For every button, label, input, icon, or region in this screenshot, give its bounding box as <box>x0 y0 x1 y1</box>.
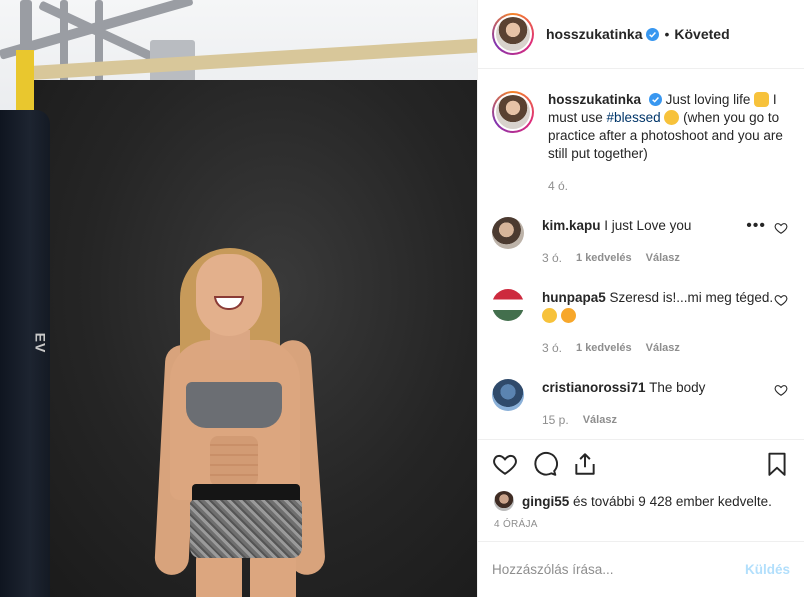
figure-abs <box>210 436 258 486</box>
comment-text: hunpapa5 Szeresd is!...mi meg téged. <box>542 289 788 325</box>
comment-input[interactable] <box>492 562 745 577</box>
figure-shorts <box>190 500 302 558</box>
heart-eyes-emoji-icon <box>560 308 576 323</box>
figure-top <box>186 382 282 428</box>
bookmark-icon[interactable] <box>764 451 790 477</box>
caption-avatar[interactable] <box>492 91 534 133</box>
punching-bag <box>0 110 50 597</box>
comment-avatar[interactable] <box>492 217 524 249</box>
comment-username[interactable]: cristianorossi71 <box>542 380 646 395</box>
share-icon[interactable] <box>572 451 598 477</box>
comment-content: I just Love you <box>604 218 692 233</box>
comment-avatar[interactable] <box>492 379 524 411</box>
caption-meta: 4 ó. <box>548 177 788 195</box>
reply-button[interactable]: Válasz <box>646 249 680 267</box>
comment-meta: 3 ó. 1 kedvelés Válasz <box>542 339 788 357</box>
verified-badge-icon <box>646 27 660 41</box>
author-avatar[interactable] <box>492 13 534 55</box>
comment-time[interactable]: 3 ó. <box>542 339 562 357</box>
post-side-panel: hosszukatinka • Követed hosszukatinka Ju… <box>477 0 804 597</box>
caption: hosszukatinka Just loving life I must us… <box>492 91 788 195</box>
comment-like-heart-icon[interactable] <box>774 293 788 307</box>
raising-hands-emoji-icon <box>754 92 770 107</box>
header-separator: • <box>664 26 670 42</box>
heart-icon[interactable] <box>492 451 518 477</box>
caption-avatar-image <box>496 95 530 129</box>
reply-button[interactable]: Válasz <box>583 411 617 429</box>
comment-content: The body <box>649 380 706 395</box>
likes-text: gingi55 és további 9 428 ember kedvelte. <box>522 494 772 509</box>
comment-likes[interactable]: 1 kedvelés <box>576 339 632 357</box>
caption-time[interactable]: 4 ó. <box>548 177 568 195</box>
likes-summary: gingi55 és további 9 428 ember kedvelte. <box>478 487 804 515</box>
caption-text-1: Just loving life <box>665 92 751 107</box>
comment-username[interactable]: kim.kapu <box>542 218 601 233</box>
post-time[interactable]: 4 ÓRÁJA <box>478 519 804 541</box>
liker-avatar[interactable] <box>494 491 514 511</box>
comment-item: kim.kapu I just Love you 3 ó. 1 kedvelés… <box>492 217 788 267</box>
caption-username[interactable]: hosszukatinka <box>548 92 641 107</box>
likes-count-text[interactable]: és további 9 428 ember kedvelte. <box>569 494 772 509</box>
add-comment-bar: Küldés <box>478 541 804 597</box>
comment-text: cristianorossi71 The body <box>542 379 788 397</box>
comment-likes[interactable]: 1 kedvelés <box>576 249 632 267</box>
grinning-emoji-icon <box>664 110 680 125</box>
hashtag-link[interactable]: #blessed <box>607 110 661 125</box>
post-view: EV hosszukatinka • Követed hosszukatinka… <box>0 0 804 597</box>
comment-content: Szeresd is!...mi meg téged. <box>609 290 774 305</box>
comment-username[interactable]: hunpapa5 <box>542 290 606 305</box>
caption-text: hosszukatinka Just loving life I must us… <box>548 91 788 163</box>
verified-badge-icon <box>648 93 662 106</box>
comment-like-heart-icon[interactable] <box>774 383 788 397</box>
comment-meta: 15 p. Válasz <box>542 411 788 429</box>
comment-meta: 3 ó. 1 kedvelés Válasz <box>542 249 788 267</box>
smiling-emoji-icon <box>542 308 557 323</box>
caption-body: hosszukatinka Just loving life I must us… <box>548 91 788 195</box>
comment-item: cristianorossi71 The body 15 p. Válasz <box>492 379 788 429</box>
more-options-icon[interactable]: ••• <box>746 218 766 234</box>
comment-item: hunpapa5 Szeresd is!...mi meg téged. 3 ó… <box>492 289 788 357</box>
comment-time[interactable]: 3 ó. <box>542 249 562 267</box>
author-avatar-image <box>496 17 530 51</box>
post-header: hosszukatinka • Követed <box>478 0 804 69</box>
post-photo[interactable]: EV <box>0 0 477 597</box>
post-actions <box>478 439 804 487</box>
follow-button[interactable]: Követed <box>674 26 729 42</box>
reply-button[interactable]: Válasz <box>646 339 680 357</box>
comment-like-heart-icon[interactable] <box>774 221 788 235</box>
bag-logo: EV <box>32 332 49 354</box>
comment-avatar[interactable] <box>492 289 524 321</box>
figure-face <box>196 254 262 336</box>
liker-username[interactable]: gingi55 <box>522 494 569 509</box>
comment-icon[interactable] <box>532 451 558 477</box>
comments-list[interactable]: hosszukatinka Just loving life I must us… <box>478 69 804 439</box>
post-comment-button[interactable]: Küldés <box>745 562 790 577</box>
author-username[interactable]: hosszukatinka <box>546 26 642 42</box>
comment-time[interactable]: 15 p. <box>542 411 569 429</box>
